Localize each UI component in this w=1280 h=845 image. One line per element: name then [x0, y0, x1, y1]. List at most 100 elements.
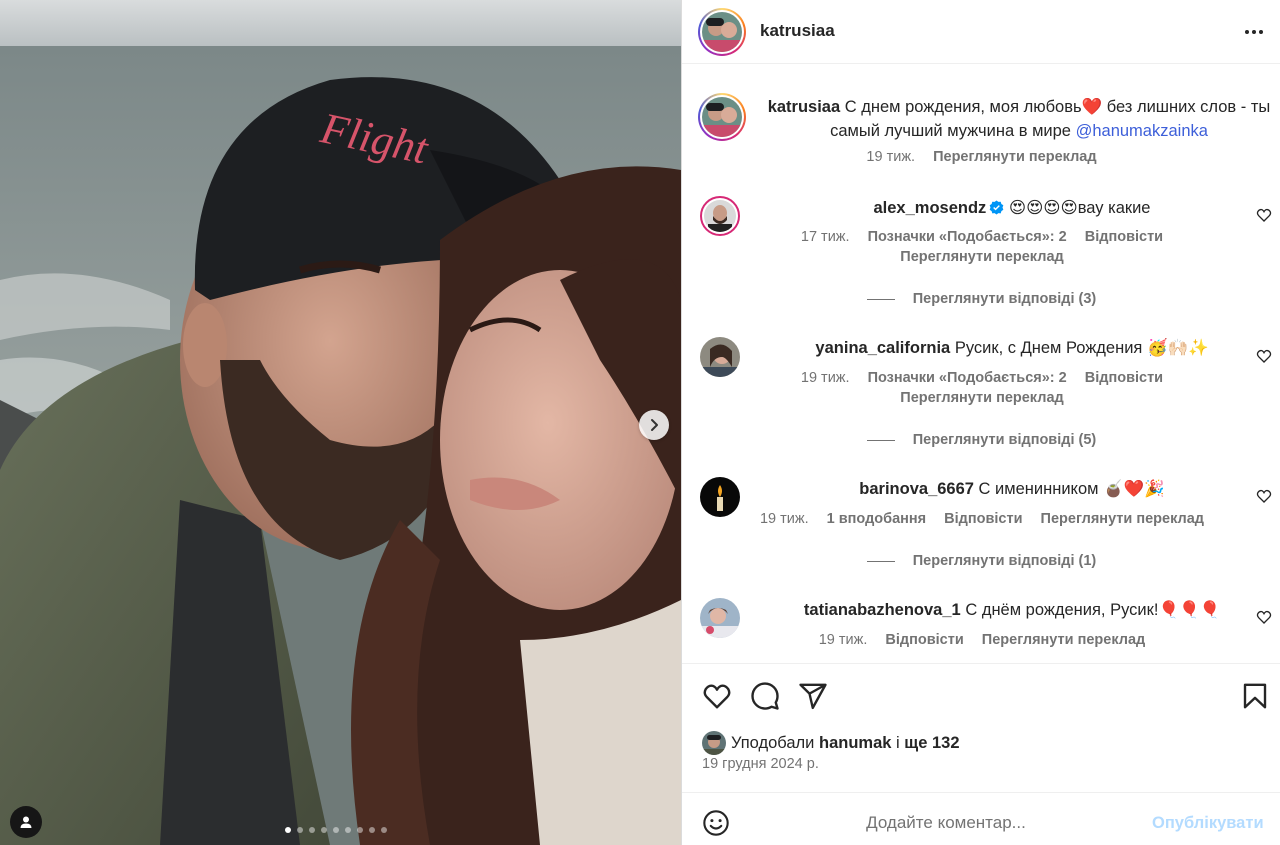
liked-by-prefix: Уподобали — [731, 733, 815, 752]
view-replies-button[interactable]: Переглянути відповіді (1) — [682, 553, 1280, 569]
publish-button[interactable]: Опублікувати — [1152, 814, 1264, 833]
comment-translate-row: Переглянути переклад — [742, 390, 1222, 406]
post-sidebar: katrusiaa katrusiaa С днем рождения, моя… — [681, 0, 1280, 845]
next-photo-button[interactable] — [639, 410, 669, 440]
comment-body: alex_mosendz 😍😍😍😍вау какие — [762, 196, 1262, 220]
author-username[interactable]: katrusiaa — [760, 21, 835, 41]
carousel-dot — [285, 827, 291, 833]
bookmark-icon[interactable] — [1240, 681, 1270, 711]
liked-by: Уподобали hanumak і ще 132 — [702, 731, 960, 755]
comment-reply[interactable]: Відповісти — [944, 511, 1022, 527]
carousel-dot — [369, 827, 375, 833]
comment-meta: 19 тиж. 1 вподобання Відповісти Переглян… — [742, 511, 1222, 527]
comment-body: yanina_california Русик, с Днем Рождения… — [762, 336, 1262, 360]
carousel-dot — [297, 827, 303, 833]
share-icon[interactable] — [798, 681, 828, 711]
liker-avatar[interactable] — [702, 731, 726, 755]
carousel-dot — [357, 827, 363, 833]
comment-like-heart-icon[interactable] — [1256, 348, 1272, 364]
comment-like-heart-icon[interactable] — [1256, 207, 1272, 223]
comment-meta: 19 тиж. Позначки «Подобається»: 2 Відпов… — [742, 370, 1222, 386]
comment-translate[interactable]: Переглянути переклад — [1041, 511, 1204, 527]
carousel-indicator — [285, 827, 387, 833]
comment-text: С днём рождения, Русик!🎈🎈🎈 — [965, 601, 1221, 619]
carousel-dot — [309, 827, 315, 833]
comment-meta: 19 тиж. Відповісти Переглянути переклад — [742, 632, 1222, 648]
carousel-dot — [333, 827, 339, 833]
carousel-dot — [345, 827, 351, 833]
comment-text: Русик, с Днем Рождения 🥳🙌🏻✨ — [954, 339, 1209, 357]
avatar-image — [700, 337, 740, 377]
comment-username[interactable]: barinova_6667 — [859, 480, 974, 498]
comment-input[interactable] — [746, 807, 1146, 839]
view-replies-label: Переглянути відповіді (3) — [912, 291, 1097, 307]
comment-age[interactable]: 19 тиж. — [819, 632, 868, 648]
comment-translate-row: Переглянути переклад — [742, 249, 1222, 265]
comment-avatar[interactable] — [700, 337, 740, 377]
post-actions: Уподобали hanumak і ще 132 19 грудня 202… — [682, 663, 1280, 792]
caption-avatar[interactable] — [698, 93, 746, 141]
verified-icon — [989, 200, 1004, 215]
comment-likes[interactable]: Позначки «Подобається»: 2 — [868, 229, 1067, 245]
post-photo[interactable]: Flight — [0, 0, 681, 845]
emoji-icon[interactable] — [702, 809, 730, 837]
comment-reply[interactable]: Відповісти — [885, 632, 963, 648]
avatar-image — [702, 731, 726, 755]
avatar-image — [702, 97, 742, 137]
comment-icon[interactable] — [750, 681, 780, 711]
avatar-image — [704, 200, 736, 232]
comment-meta: 17 тиж. Позначки «Подобається»: 2 Відпов… — [742, 229, 1222, 245]
chevron-right-icon — [651, 419, 658, 431]
comment-text: 😍😍😍😍вау какие — [1008, 199, 1151, 217]
caption-username[interactable]: katrusiaa — [768, 98, 840, 116]
tagged-users-button[interactable] — [10, 806, 42, 838]
comment-text: С именинником 🧉❤️🎉 — [978, 480, 1165, 498]
comment-age[interactable]: 17 тиж. — [801, 229, 850, 245]
comment-body: barinova_6667 С именинником 🧉❤️🎉 — [762, 477, 1262, 501]
caption-meta: 19 тиж. Переглянути переклад — [682, 149, 1280, 165]
view-replies-button[interactable]: Переглянути відповіді (5) — [682, 432, 1280, 448]
caption-mention[interactable]: @hanumakzainka — [1076, 122, 1208, 140]
post-date[interactable]: 19 грудня 2024 р. — [702, 756, 819, 772]
comment-translate[interactable]: Переглянути переклад — [900, 390, 1063, 406]
user-tag-icon — [20, 816, 32, 828]
comment-body: tatianabazhenova_1 С днём рождения, Руси… — [762, 598, 1262, 622]
comment-age[interactable]: 19 тиж. — [801, 370, 850, 386]
heart-icon[interactable] — [702, 681, 732, 711]
comment-avatar[interactable] — [700, 477, 740, 517]
avatar-image — [700, 598, 740, 638]
caption-age[interactable]: 19 тиж. — [866, 149, 915, 165]
comment-like-heart-icon[interactable] — [1256, 488, 1272, 504]
view-replies-button[interactable]: Переглянути відповіді (3) — [682, 291, 1280, 307]
comment-translate[interactable]: Переглянути переклад — [900, 249, 1063, 265]
avatar-image — [702, 12, 742, 52]
carousel-dot — [381, 827, 387, 833]
comment-likes[interactable]: Позначки «Подобається»: 2 — [868, 370, 1067, 386]
carousel-dot — [321, 827, 327, 833]
comment-translate[interactable]: Переглянути переклад — [982, 632, 1145, 648]
comment-age[interactable]: 19 тиж. — [760, 511, 809, 527]
comment-username[interactable]: tatianabazhenova_1 — [804, 601, 961, 619]
view-replies-label: Переглянути відповіді (1) — [912, 553, 1097, 569]
comment-avatar[interactable] — [700, 196, 740, 236]
comment-reply[interactable]: Відповісти — [1085, 229, 1163, 245]
comment-like-heart-icon[interactable] — [1256, 609, 1272, 625]
author-avatar[interactable] — [698, 8, 746, 56]
comment-username[interactable]: yanina_california — [815, 339, 950, 357]
comment-avatar[interactable] — [700, 598, 740, 638]
liked-by-user[interactable]: hanumak — [819, 734, 891, 753]
comments-list[interactable]: katrusiaa С днем рождения, моя любовь❤️ … — [682, 65, 1280, 663]
caption: katrusiaa С днем рождения, моя любовь❤️ … — [764, 95, 1274, 143]
comment-username[interactable]: alex_mosendz — [874, 199, 987, 217]
liked-by-count[interactable]: ще 132 — [904, 734, 959, 753]
avatar-image — [700, 477, 740, 517]
comment-likes[interactable]: 1 вподобання — [827, 511, 927, 527]
comment-composer: Опублікувати — [682, 792, 1280, 845]
post-header: katrusiaa — [682, 0, 1280, 64]
more-icon[interactable] — [1242, 20, 1266, 44]
view-replies-label: Переглянути відповіді (5) — [912, 432, 1097, 448]
comment-reply[interactable]: Відповісти — [1085, 370, 1163, 386]
caption-translate[interactable]: Переглянути переклад — [933, 149, 1096, 165]
selfie-photo: Flight — [0, 0, 681, 845]
liked-by-connector: і — [896, 733, 900, 752]
